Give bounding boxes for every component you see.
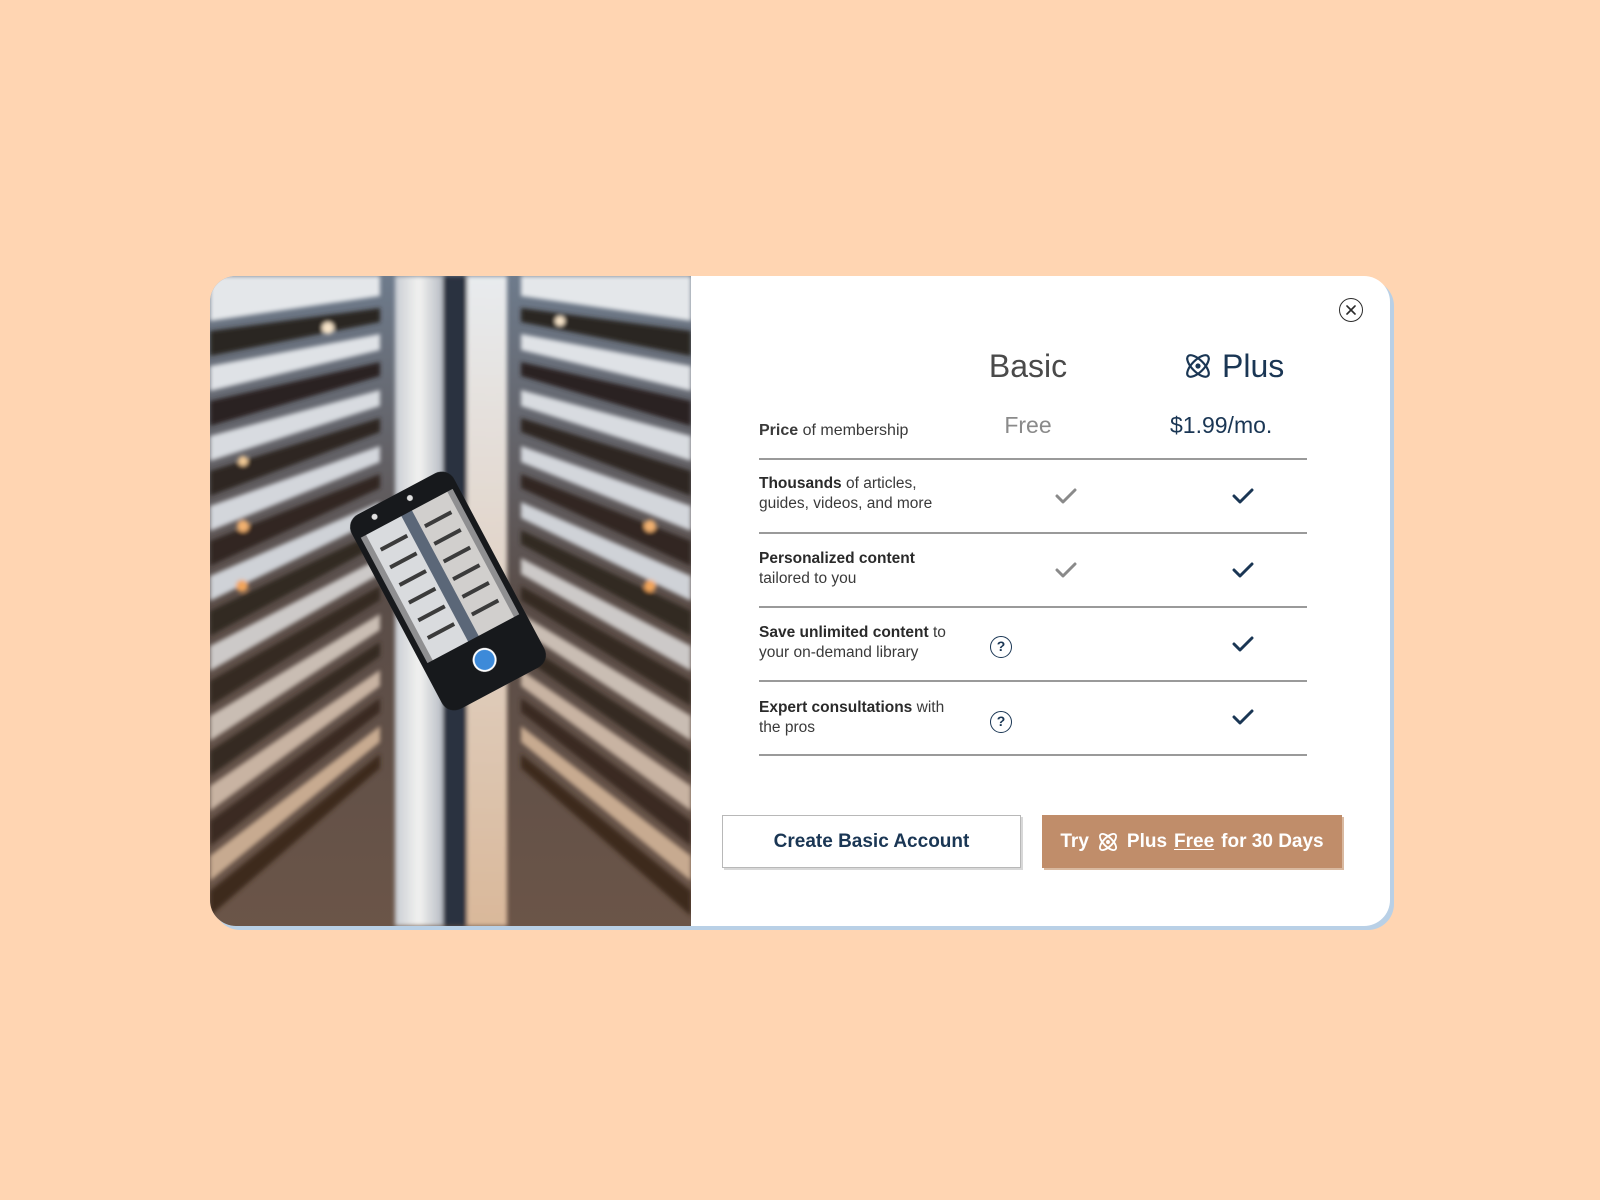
create-basic-account-button[interactable]: Create Basic Account [722, 815, 1021, 868]
free-label: Free [1174, 830, 1215, 852]
price-label-rest: of membership [798, 422, 909, 439]
duration-label: for 30 Days [1221, 830, 1324, 852]
feature-row-label: Save unlimited content to your on-demand… [759, 623, 979, 663]
close-icon [1346, 305, 1356, 315]
plus-column-label: Plus [1222, 348, 1285, 384]
row-divider [759, 754, 1307, 756]
question-circle-icon[interactable]: ? [990, 636, 1012, 658]
feature-row-label: Thousands of articles, guides, videos, a… [759, 474, 979, 514]
pricing-modal: Basic Plus Price of membership Free $1.9… [210, 276, 1390, 926]
atom-icon [1098, 832, 1117, 851]
plus-check-icon [1232, 709, 1254, 725]
plus-check-icon [1232, 636, 1254, 652]
feature-line2: guides, videos, and more [759, 495, 933, 512]
plus-check-icon [1232, 562, 1254, 578]
feature-line2: the pros [759, 719, 816, 736]
atom-icon [1186, 354, 1210, 378]
basic-price: Free [1004, 412, 1052, 438]
price-label-bold: Price [759, 422, 799, 439]
row-divider [759, 532, 1307, 534]
feature-rest: of articles, [841, 475, 917, 492]
feature-bold: Thousands [759, 475, 842, 492]
try-plus-free-button[interactable]: Try Plus Free for 30 Days [1042, 815, 1342, 868]
feature-row-label: Expert consultations with the pros [759, 698, 979, 738]
basic-check-icon [1055, 562, 1077, 578]
plus-label: Plus [1126, 830, 1168, 852]
feature-bold: Personalized content [759, 550, 915, 567]
price-row-label: Price of membership [759, 422, 908, 440]
plus-check-icon [1232, 488, 1254, 504]
feature-rest: with [912, 699, 945, 716]
plus-price: $1.99/mo. [1170, 412, 1273, 438]
row-divider [759, 458, 1307, 460]
plus-column-header: Plus [1182, 346, 1284, 386]
atrium-phone-image [210, 276, 691, 926]
row-divider [759, 606, 1307, 608]
hero-photo [210, 276, 691, 926]
feature-bold: Expert consultations [759, 699, 913, 716]
basic-column-header: Basic [988, 348, 1068, 384]
feature-line2: your on-demand library [759, 644, 919, 661]
close-button[interactable] [1339, 298, 1363, 322]
row-divider [759, 680, 1307, 682]
basic-check-icon [1055, 488, 1077, 504]
feature-bold: Save unlimited content [759, 624, 929, 641]
feature-line2: tailored to you [759, 570, 857, 587]
try-label: Try [1060, 830, 1089, 852]
feature-row-label: Personalized content tailored to you [759, 549, 979, 589]
question-circle-icon[interactable]: ? [990, 711, 1012, 733]
feature-rest: to [928, 624, 946, 641]
